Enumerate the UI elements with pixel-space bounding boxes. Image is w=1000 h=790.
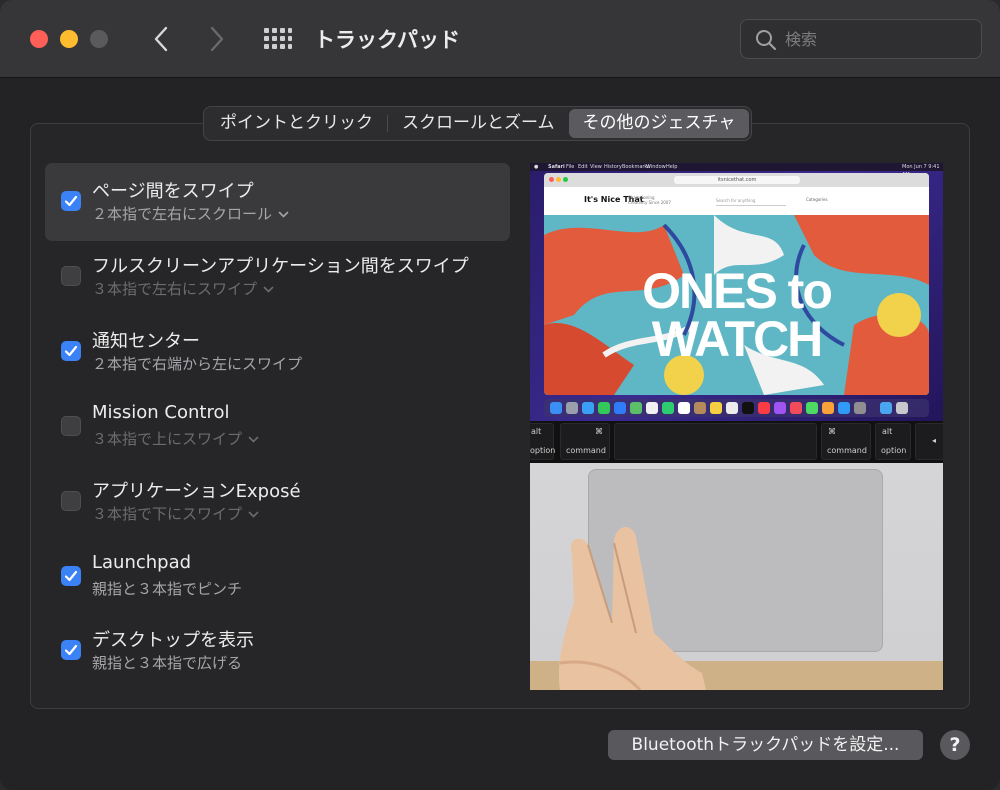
gesture-row-app-expose[interactable]: アプリケーションExposé ３本指で下にスワイプ: [45, 463, 510, 541]
help-button[interactable]: ?: [940, 730, 970, 760]
checkmark-icon: [64, 570, 78, 582]
tab-scroll-and-zoom[interactable]: スクロールとズーム: [388, 109, 569, 138]
tab-bar: ポイントとクリック スクロールとズーム その他のジェスチャ: [203, 106, 753, 141]
gesture-option-label: ３本指で上にスワイプ: [92, 430, 243, 448]
swipe-pages-checkbox[interactable]: [61, 191, 81, 211]
grid-icon: [264, 28, 292, 49]
gesture-row-notification-center[interactable]: 通知センター ２本指で右端から左にスワイプ: [45, 313, 510, 391]
notification-center-checkbox[interactable]: [61, 341, 81, 361]
gesture-row-mission-control[interactable]: Mission Control ３本指で上にスワイプ: [45, 388, 510, 466]
mission-control-checkbox[interactable]: [61, 416, 81, 436]
gesture-title: フルスクリーンアプリケーション間をスワイプ: [92, 256, 469, 277]
checkmark-icon: [64, 195, 78, 207]
chevron-down-icon: [248, 436, 259, 443]
gesture-description: 親指と３本指でピンチ: [92, 580, 243, 598]
swipe-fullscreen-apps-checkbox[interactable]: [61, 266, 81, 286]
gesture-option-label: ２本指で左右にスクロール: [92, 205, 273, 223]
forward-button[interactable]: [202, 22, 232, 56]
gesture-option-dropdown[interactable]: ３本指で左右にスワイプ: [92, 278, 274, 299]
chevron-down-icon: [263, 286, 274, 293]
gesture-description: 親指と３本指で広げる: [92, 654, 243, 672]
gesture-title: デスクトップを表示: [92, 630, 254, 651]
gesture-row-launchpad[interactable]: Launchpad 親指と３本指でピンチ: [45, 538, 510, 616]
gesture-option-dropdown[interactable]: ３本指で上にスワイプ: [92, 428, 259, 449]
gesture-option-label: ３本指で下にスワイプ: [92, 505, 243, 523]
gesture-preview-video: ● Safari File Edit View History Bookmark…: [530, 163, 943, 690]
gesture-description: ２本指で右端から左にスワイプ: [92, 355, 303, 373]
window-title: トラックパッド: [314, 28, 460, 52]
minimize-window-button[interactable]: [60, 30, 78, 48]
gesture-title: アプリケーションExposé: [92, 481, 301, 502]
launchpad-checkbox[interactable]: [61, 566, 81, 586]
gesture-title: 通知センター: [92, 331, 200, 352]
show-all-preferences-button[interactable]: [262, 26, 292, 52]
title-bar: トラックパッド: [0, 0, 1000, 78]
tab-point-and-click[interactable]: ポイントとクリック: [206, 109, 387, 138]
gesture-row-show-desktop[interactable]: デスクトップを表示 親指と３本指で広げる: [45, 612, 510, 690]
setup-bluetooth-trackpad-button[interactable]: Bluetoothトラックパッドを設定...: [608, 730, 923, 760]
checkmark-icon: [64, 345, 78, 357]
preview-hand-image: [558, 526, 706, 690]
chevron-down-icon: [248, 511, 259, 518]
app-expose-checkbox[interactable]: [61, 491, 81, 511]
trackpad-preferences-window: トラックパッド ポイントとクリック スクロールとズーム その他のジェスチャ ペー…: [0, 0, 1000, 790]
gesture-option-dropdown[interactable]: ３本指で下にスワイプ: [92, 503, 259, 524]
gesture-option-dropdown[interactable]: ２本指で左右にスクロール: [92, 203, 289, 224]
close-window-button[interactable]: [30, 30, 48, 48]
chevron-down-icon: [278, 211, 289, 218]
tab-more-gestures[interactable]: その他のジェスチャ: [568, 109, 750, 138]
gesture-title: Launchpad: [92, 552, 192, 573]
checkmark-icon: [64, 644, 78, 656]
gesture-option-label: ３本指で左右にスワイプ: [92, 280, 258, 298]
chevron-left-icon: [154, 26, 168, 52]
search-input[interactable]: [785, 24, 971, 54]
chevron-right-icon: [210, 26, 224, 52]
gesture-title: Mission Control: [92, 402, 230, 423]
search-icon: [756, 30, 777, 51]
back-button[interactable]: [146, 22, 176, 56]
zoom-window-button[interactable]: [90, 30, 108, 48]
gesture-title: ページ間をスワイプ: [92, 181, 254, 202]
gesture-row-swipe-between-fullscreen-apps[interactable]: フルスクリーンアプリケーション間をスワイプ ３本指で左右にスワイプ: [45, 238, 510, 316]
gesture-row-swipe-between-pages[interactable]: ページ間をスワイプ ２本指で左右にスクロール: [45, 163, 510, 241]
search-field[interactable]: [740, 19, 982, 59]
show-desktop-checkbox[interactable]: [61, 640, 81, 660]
